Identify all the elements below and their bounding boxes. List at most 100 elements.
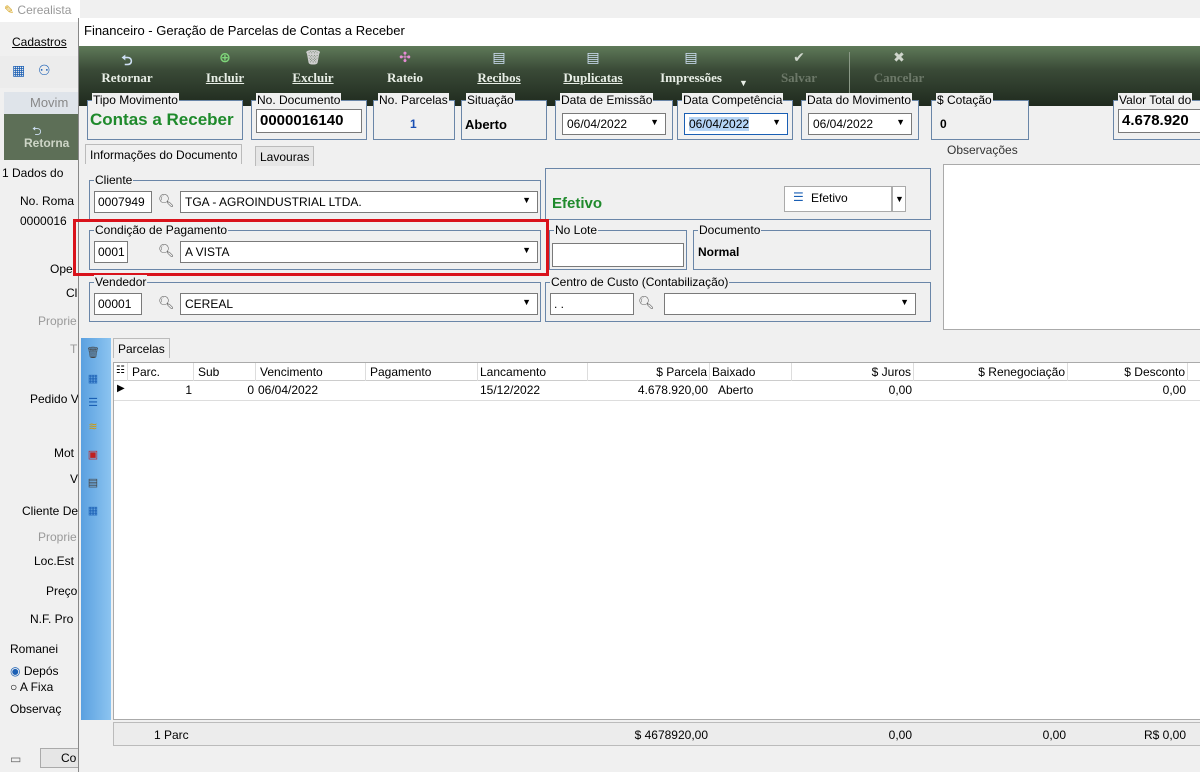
grid-icon[interactable]: ▦ xyxy=(12,62,25,79)
grid-menu-icon[interactable]: ☷ xyxy=(114,363,128,381)
label: Data do Movimento xyxy=(806,93,913,107)
col-pagamento[interactable]: Pagamento xyxy=(366,363,478,381)
data-movimento-group: Data do Movimento 06/04/2022 ▼ xyxy=(801,93,919,140)
no-lote-field[interactable] xyxy=(552,243,684,267)
footer-renegociacao: 0,00 xyxy=(1042,728,1066,742)
cell-sub: 0 xyxy=(247,383,254,397)
table-row[interactable]: ▶ 1 0 06/04/2022 15/12/2022 4.678.920,00… xyxy=(114,381,1200,401)
col-sub[interactable]: Sub xyxy=(194,363,256,381)
no-documento-group: No. Documento 0000016140 xyxy=(251,93,367,140)
cliente-group: Cliente 0007949 🔍︎ TGA - AGROINDUSTRIAL … xyxy=(89,173,541,220)
label: Vendedor xyxy=(94,275,148,289)
background-window-title: ✎ Cerealista xyxy=(0,0,80,22)
label: Cl xyxy=(66,286,78,300)
chevron-down-icon: ▼ xyxy=(895,194,904,204)
label: V xyxy=(70,472,79,486)
trash-icon: 🗑 xyxy=(304,50,322,66)
grid-header: ☷ Parc. Sub Vencimento Pagamento Lancame… xyxy=(114,363,1200,381)
vendedor-code-field[interactable]: 00001 xyxy=(94,293,142,315)
search-icon[interactable]: 🔍︎ xyxy=(158,193,175,209)
col-baixado[interactable]: Baixado xyxy=(710,363,792,381)
radio-deposito[interactable]: ◉ Depós xyxy=(10,664,59,678)
efetivo-dropdown[interactable]: ▼ xyxy=(892,186,906,212)
label: Pedido V xyxy=(30,392,79,406)
cell-lancamento: 15/12/2022 xyxy=(480,383,541,397)
cell-baixado: Aberto xyxy=(718,383,754,397)
label: N.F. Pro xyxy=(30,612,74,626)
toolbar-separator xyxy=(849,52,850,96)
trash-icon[interactable]: 🗑 xyxy=(85,346,101,360)
label: Data Competência xyxy=(682,93,784,107)
valor-total-field[interactable]: 4.678.920 xyxy=(1118,109,1200,133)
users-icon[interactable]: ⚇ xyxy=(38,62,51,79)
col-parc[interactable]: Parc. xyxy=(128,363,194,381)
window-title: Financeiro - Geração de Parcelas de Cont… xyxy=(79,18,1200,46)
label: Preço xyxy=(46,584,78,598)
footer-juros: 0,00 xyxy=(888,728,912,742)
col-juros[interactable]: $ Juros xyxy=(792,363,914,381)
footer-parcela: $ 4678920,00 xyxy=(634,728,708,742)
situacao-group: Situação Aberto xyxy=(461,93,547,140)
col-parcela[interactable]: $ Parcela xyxy=(588,363,710,381)
centro-custo-code-field[interactable]: . . xyxy=(550,293,634,315)
label: Centro de Custo (Contabilização) xyxy=(550,275,730,289)
col-vencimento[interactable]: Vencimento xyxy=(256,363,366,381)
background-tab[interactable]: 1 Dados do xyxy=(2,166,63,180)
data-competencia-picker[interactable]: 06/04/2022 ▼ xyxy=(684,113,788,135)
efetivo-button[interactable]: ☰ Efetivo xyxy=(784,186,892,212)
label: Data de Emissão xyxy=(560,93,654,107)
tipo-movimento-group: Tipo Movimento Contas a Receber xyxy=(87,93,243,140)
tab-informacoes[interactable]: Informações do Documento xyxy=(85,144,243,164)
footer-desconto: R$ 0,00 xyxy=(1143,728,1186,742)
col-desconto[interactable]: $ Desconto xyxy=(1068,363,1188,381)
col-lancamento[interactable]: Lancamento xyxy=(478,363,588,381)
label: Valor Total do xyxy=(1118,93,1193,107)
tab-parcelas[interactable]: Parcelas xyxy=(113,338,170,358)
no-parcelas-group: No. Parcelas 1 xyxy=(373,93,455,140)
calendar-edit-icon[interactable]: ▤ xyxy=(85,476,101,490)
search-icon[interactable]: 🔍︎ xyxy=(638,295,655,311)
observacoes-label: Observações xyxy=(947,143,1018,157)
col-renegociacao[interactable]: $ Renegociação xyxy=(914,363,1068,381)
cliente-name-select[interactable]: TGA - AGROINDUSTRIAL LTDA. ▼ xyxy=(180,191,538,213)
radio-fixa[interactable]: ○ A Fixa xyxy=(10,680,53,694)
printer-icon: ▤ xyxy=(684,50,698,66)
remove-row-icon[interactable]: ▦ xyxy=(85,372,101,386)
menu-cadastros[interactable]: Cadastros xyxy=(0,32,80,54)
row-pointer-icon: ▶ xyxy=(117,383,125,394)
label: Tipo Movimento xyxy=(92,93,179,107)
search-icon[interactable]: 🔍︎ xyxy=(158,295,175,311)
grid-footer: 1 Parc $ 4678920,00 0,00 0,00 R$ 0,00 xyxy=(113,722,1200,746)
cliente-code-field[interactable]: 0007949 xyxy=(94,191,152,213)
observacoes-textarea[interactable] xyxy=(943,164,1200,330)
chevron-down-icon: ▼ xyxy=(522,297,531,307)
label: Observaç xyxy=(10,702,62,716)
return-icon: ⮌ xyxy=(121,53,133,69)
chevron-down-icon: ▼ xyxy=(772,117,781,127)
centro-custo-select[interactable]: ▼ xyxy=(664,293,916,315)
background-retornar-button[interactable]: Retorna xyxy=(24,136,69,150)
no-parcelas-value: 1 xyxy=(410,117,417,131)
tab-lavouras[interactable]: Lavouras xyxy=(255,146,315,166)
vendedor-name-select[interactable]: CEREAL ▼ xyxy=(180,293,538,315)
cell-vencimento: 06/04/2022 xyxy=(258,383,319,397)
parcelas-grid[interactable]: ☷ Parc. Sub Vencimento Pagamento Lancame… xyxy=(113,362,1200,720)
chevron-down-icon: ▼ xyxy=(522,195,531,205)
cotacao-group: $ Cotação 0 xyxy=(931,93,1029,140)
status-group: Efetivo ☰ Efetivo ▼ xyxy=(545,168,931,220)
label: T xyxy=(70,342,78,356)
coins-icon[interactable]: ≋ xyxy=(85,420,101,434)
list-icon[interactable]: ☰ xyxy=(85,396,101,410)
label: Proprie xyxy=(38,530,77,544)
background-form: 1 Dados do No. Roma 0000016 Ope Cl Propr… xyxy=(0,160,98,772)
dropdown-arrow-icon[interactable]: ▼ xyxy=(739,78,748,88)
grid-delete-icon[interactable]: ▦ xyxy=(85,504,101,518)
incluir-button[interactable]: ⊕ Incluir xyxy=(185,50,265,102)
data-emissao-picker[interactable]: 06/04/2022 ▼ xyxy=(562,113,666,135)
keyboard-icon: ▭ xyxy=(10,752,22,766)
background-toolbar: ▦ ⚇ xyxy=(0,56,80,88)
data-movimento-picker[interactable]: 06/04/2022 ▼ xyxy=(808,113,912,135)
cell-desconto: 0,00 xyxy=(1162,383,1186,397)
calendar-icon[interactable]: ▣ xyxy=(85,448,101,462)
no-documento-field[interactable]: 0000016140 xyxy=(256,109,362,133)
